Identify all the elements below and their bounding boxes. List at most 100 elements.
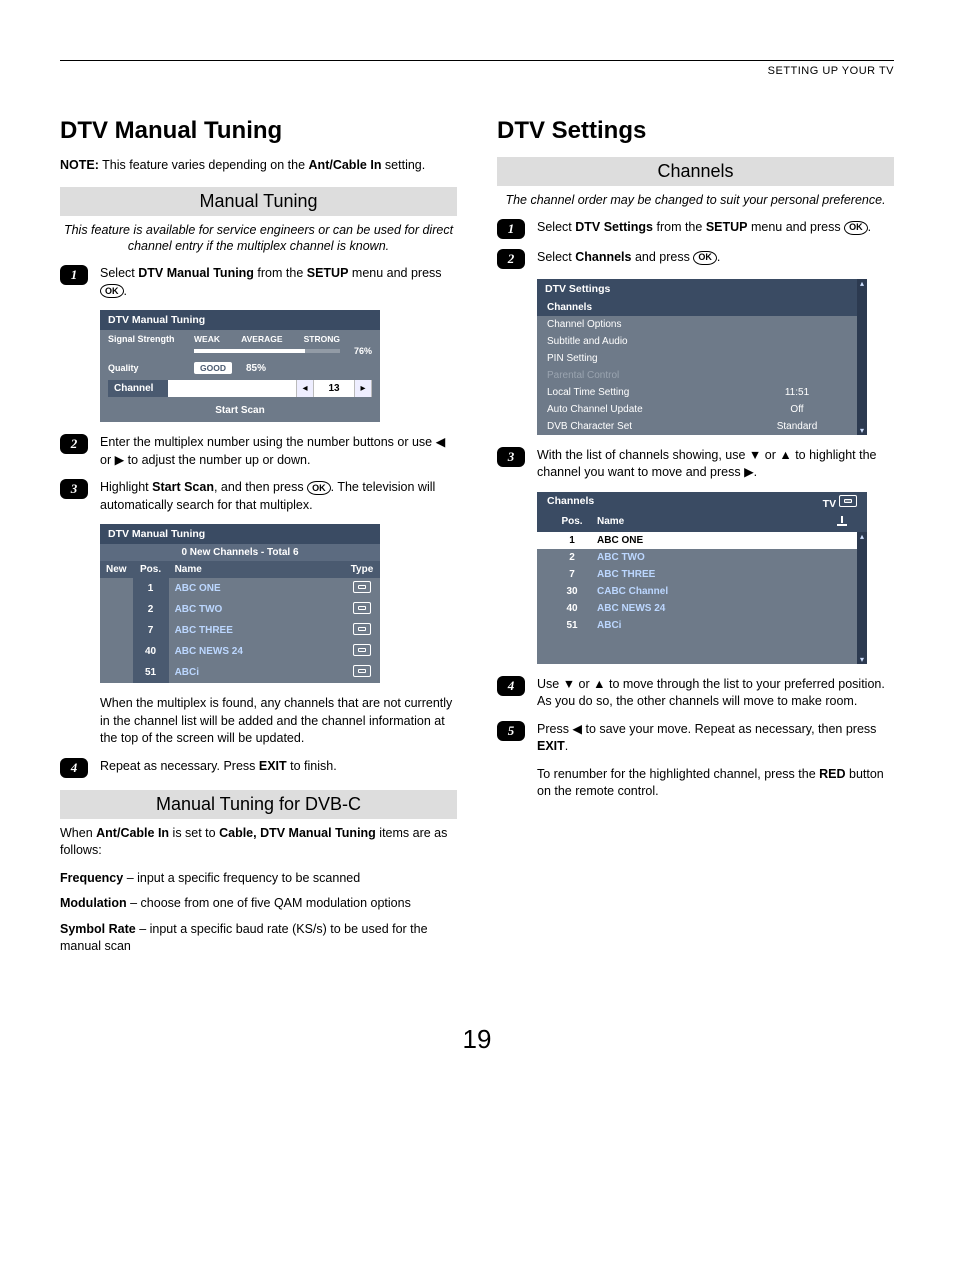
step-badge-3: 3 — [60, 479, 88, 499]
quality-label: Quality — [108, 363, 188, 373]
menu-item-charset[interactable]: DVB Character SetStandard — [537, 418, 857, 435]
menu-body: DTV Settings Channels Channel Options Su… — [537, 279, 857, 435]
antenna-icon — [827, 516, 857, 529]
menu-item-auto-update[interactable]: Auto Channel UpdateOff — [537, 401, 857, 418]
tv-icon — [344, 662, 380, 683]
two-column-layout: DTV Manual Tuning NOTE: This feature var… — [60, 117, 894, 964]
start-scan-button[interactable]: Start Scan — [100, 401, 380, 422]
menu-item-pin[interactable]: PIN Setting — [537, 350, 857, 367]
signal-pct: 76% — [346, 346, 372, 356]
right-step-5-text: Press ◀ to save your move. Repeat as nec… — [537, 721, 894, 756]
menu-item-local-time[interactable]: Local Time Setting11:51 — [537, 384, 857, 401]
scan-status: 0 New Channels - Total 6 — [100, 544, 380, 561]
channel-spinner[interactable]: Channel ◂ 13 ▸ — [108, 380, 372, 397]
menu-item-channel-options[interactable]: Channel Options — [537, 316, 857, 333]
right-step-1-text: Select DTV Settings from the SETUP menu … — [537, 219, 894, 237]
t: Press ◀ to save your move. Repeat as nec… — [537, 722, 876, 736]
pos: 51 — [547, 620, 597, 631]
t: EXIT — [259, 759, 287, 773]
chevron-right-icon[interactable]: ▸ — [354, 380, 372, 397]
signal-strength-labels-row: Signal Strength WEAK AVERAGE STRONG — [100, 330, 380, 346]
def-symbol-rate: Symbol Rate – input a specific baud rate… — [60, 921, 457, 956]
quality-row: Quality GOOD 85% — [100, 358, 380, 376]
value: Standard — [747, 421, 847, 432]
col-type: Type — [344, 561, 380, 578]
col-name: Name — [169, 561, 344, 578]
left-step-4: 4 Repeat as necessary. Press EXIT to fin… — [60, 758, 457, 778]
name: ABC THREE — [169, 620, 344, 641]
note-prefix: NOTE: — [60, 158, 99, 172]
chevron-up-icon[interactable]: ▴ — [860, 279, 864, 288]
chevron-left-icon[interactable]: ◂ — [296, 380, 314, 397]
col-pos: Pos. — [547, 516, 597, 529]
name: ABC TWO — [169, 599, 344, 620]
chevron-down-icon[interactable]: ▾ — [860, 426, 864, 435]
menu-item-subtitle-audio[interactable]: Subtitle and Audio — [537, 333, 857, 350]
col-pos: Pos. — [133, 561, 169, 578]
t: SETUP — [706, 220, 748, 234]
menu-item-parental: Parental Control — [537, 367, 857, 384]
t: DTV Settings — [575, 220, 653, 234]
scan-results-table: New Pos. Name Type 1ABC ONE 2ABC TWO 7AB… — [100, 561, 380, 683]
label: Auto Channel Update — [547, 404, 747, 415]
pos: 7 — [133, 620, 169, 641]
table-header-row: New Pos. Name Type — [100, 561, 380, 578]
table-row: 1ABC ONE — [100, 578, 380, 599]
menu-item-channels[interactable]: Channels — [537, 299, 857, 316]
col-name: Name — [597, 516, 827, 529]
ok-icon: OK — [100, 284, 124, 298]
osd-mt1-title: DTV Manual Tuning — [100, 310, 380, 330]
t: – input a specific frequency to be scann… — [123, 871, 360, 885]
chevron-up-icon[interactable]: ▴ — [860, 532, 864, 541]
t: – choose from one of five QAM modulation… — [127, 896, 411, 910]
quality-pct: 85% — [246, 363, 266, 374]
osd-channels-list: Channels TV Pos. Name 1ABC ONE 2ABC TWO … — [537, 492, 867, 664]
right-step-5: 5 Press ◀ to save your move. Repeat as n… — [497, 721, 894, 756]
table-row: 2ABC TWO — [100, 599, 380, 620]
pos: 51 — [133, 662, 169, 683]
name: ABC THREE — [597, 569, 847, 580]
t: Select — [537, 220, 575, 234]
pos: 2 — [133, 599, 169, 620]
list-item[interactable]: 7ABC THREE — [537, 566, 857, 583]
signal-level-labels: WEAK AVERAGE STRONG — [194, 334, 340, 344]
note-line: NOTE: This feature varies depending on t… — [60, 157, 457, 175]
t: SETUP — [307, 266, 349, 280]
t: menu and press — [348, 266, 441, 280]
average-label: AVERAGE — [241, 334, 282, 344]
t: Ant/Cable In — [96, 826, 169, 840]
chevron-down-icon[interactable]: ▾ — [860, 655, 864, 664]
t: DTV Manual Tuning — [138, 266, 254, 280]
t: . — [717, 250, 720, 264]
list-item[interactable]: 40ABC NEWS 24 — [537, 600, 857, 617]
step-badge-1: 1 — [497, 219, 525, 239]
signal-bar-row: 76% — [100, 346, 380, 358]
label: DVB Character Set — [547, 421, 747, 432]
left-step-4-text: Repeat as necessary. Press EXIT to finis… — [100, 758, 457, 776]
list-item[interactable]: 51ABCi — [537, 617, 857, 634]
list-item[interactable]: 2ABC TWO — [537, 549, 857, 566]
dvbc-intro: When Ant/Cable In is set to Cable, DTV M… — [60, 825, 457, 860]
tv-icon — [344, 578, 380, 599]
quality-pill: GOOD — [194, 362, 232, 374]
tv-icon — [839, 495, 857, 507]
left-step-2-text: Enter the multiplex number using the num… — [100, 434, 457, 469]
step-badge-2: 2 — [60, 434, 88, 454]
t: When — [60, 826, 96, 840]
name: ABC ONE — [597, 535, 847, 546]
list-item[interactable]: 30CABC Channel — [537, 583, 857, 600]
name: ABC TWO — [597, 552, 847, 563]
tv-icon — [344, 599, 380, 620]
table-row: 7ABC THREE — [100, 620, 380, 641]
channel-label: Channel — [108, 380, 168, 397]
t: Channels — [575, 250, 631, 264]
left-step-3: 3 Highlight Start Scan, and then press O… — [60, 479, 457, 514]
left-step-1: 1 Select DTV Manual Tuning from the SETU… — [60, 265, 457, 300]
list-item[interactable]: 1ABC ONE — [537, 532, 857, 549]
t: . — [565, 739, 568, 753]
t: Select — [537, 250, 575, 264]
dvbc-banner: Manual Tuning for DVB-C — [60, 790, 457, 819]
scrollbar[interactable]: ▴▾ — [857, 532, 867, 664]
dtv-settings-title: DTV Settings — [537, 279, 857, 299]
scrollbar[interactable]: ▴▾ — [857, 279, 867, 435]
